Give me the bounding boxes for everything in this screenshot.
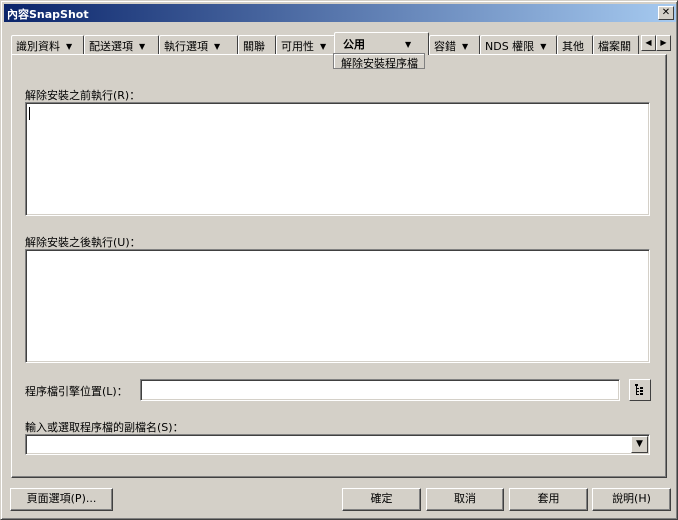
before-uninstall-label: 解除安裝之前執行(R)：: [25, 89, 141, 102]
tab-associations[interactable]: 關聯: [238, 35, 276, 54]
tab-other[interactable]: 其他: [557, 35, 593, 54]
tab-identification[interactable]: 識別資料 ▼: [11, 35, 84, 54]
chevron-down-icon: ▼: [214, 42, 221, 51]
close-button[interactable]: ✕: [658, 6, 674, 20]
tab-run-options[interactable]: 執行選項 ▼: [159, 35, 238, 54]
combo-dropdown-button[interactable]: ▼: [631, 436, 648, 453]
extension-combobox[interactable]: ▼: [25, 434, 650, 455]
tab-label: 其他: [562, 40, 584, 53]
cancel-button[interactable]: 取消: [426, 488, 504, 511]
tab-label: 關聯: [243, 40, 265, 53]
tab-label: 公用: [343, 38, 365, 51]
tab-file-rights[interactable]: 檔案關: [593, 35, 639, 54]
window-title: 內容SnapShot: [7, 8, 89, 21]
tab-label: 執行選項: [164, 40, 208, 53]
tab-fault-tolerance[interactable]: 容錯 ▼: [429, 35, 480, 54]
chevron-down-icon: ▼: [405, 40, 412, 49]
chevron-down-icon: ▼: [540, 42, 547, 51]
chevron-down-icon: ▼: [636, 439, 643, 449]
page-options-button[interactable]: 頁面選項(P)...: [10, 488, 113, 511]
extension-label: 輸入或選取程序檔的副檔名(S)：: [25, 421, 184, 434]
tab-distribution-options[interactable]: 配送選項 ▼: [84, 35, 159, 54]
tab-label: NDS 權限: [485, 40, 535, 53]
chevron-down-icon: ▼: [462, 42, 469, 51]
properties-dialog: 內容SnapShot ✕ 識別資料 ▼ 配送選項 ▼ 執行選項 ▼ 關聯 可用性 ▼ 公…: [0, 0, 678, 520]
tab-label: 配送選項: [89, 40, 133, 53]
chevron-down-icon: ▼: [320, 42, 327, 51]
tab-scroll-right-button[interactable]: ▶: [656, 35, 671, 51]
help-button[interactable]: 說明(H): [592, 488, 671, 511]
before-uninstall-textarea[interactable]: [25, 102, 650, 216]
tab-nds-rights[interactable]: NDS 權限 ▼: [480, 35, 557, 54]
after-uninstall-textarea[interactable]: [25, 249, 650, 363]
script-engine-input[interactable]: [140, 379, 620, 401]
chevron-down-icon: ▼: [139, 42, 146, 51]
tab-label: 識別資料: [16, 40, 60, 53]
tab-common[interactable]: 公用 ▼: [334, 32, 429, 55]
tab-availability[interactable]: 可用性 ▼: [276, 35, 335, 54]
text-caret: [29, 107, 30, 120]
subtab-uninstall-scripts[interactable]: 解除安裝程序檔: [333, 53, 425, 70]
script-engine-label: 程序檔引擎位置(L)：: [25, 385, 128, 398]
chevron-down-icon: ▼: [66, 42, 73, 51]
browse-tree-button[interactable]: [629, 379, 651, 401]
tree-browse-icon: [635, 384, 643, 395]
title-bar[interactable]: 內容SnapShot ✕: [4, 4, 676, 22]
ok-button[interactable]: 確定: [342, 488, 421, 511]
apply-button[interactable]: 套用: [509, 488, 588, 511]
tab-label: 容錯: [434, 40, 456, 53]
tab-scroll-left-button[interactable]: ◀: [641, 35, 656, 51]
tab-label: 檔案關: [598, 40, 631, 53]
tab-label: 可用性: [281, 40, 314, 53]
tab-strip: 識別資料 ▼ 配送選項 ▼ 執行選項 ▼ 關聯 可用性 ▼ 公用 ▼ 容錯 ▼ NDS 權限…: [11, 32, 671, 55]
after-uninstall-label: 解除安裝之後執行(U)：: [25, 236, 141, 249]
